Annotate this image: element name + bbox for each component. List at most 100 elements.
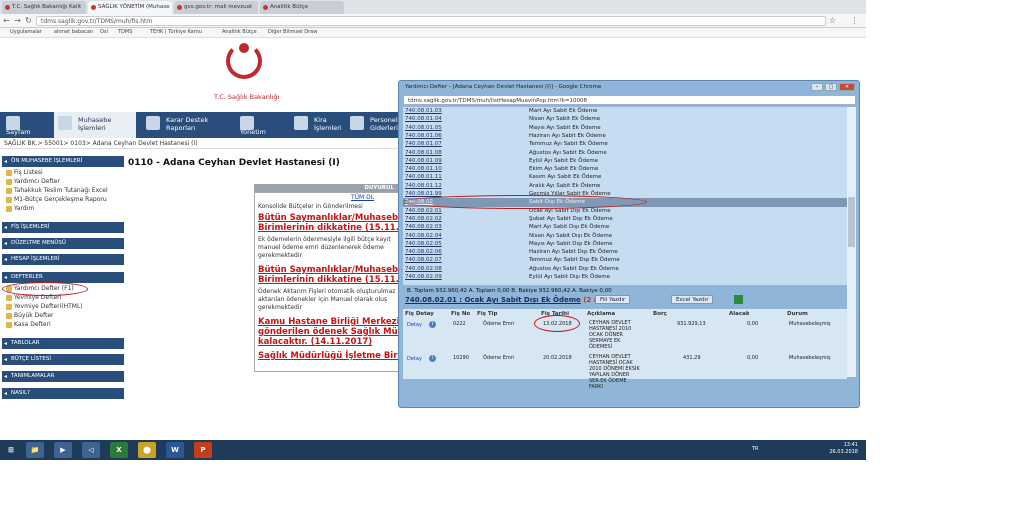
- account-code-link[interactable]: 740.08.02.02: [405, 215, 442, 223]
- account-code-link[interactable]: 740.08.01.08: [405, 149, 442, 157]
- announcement-link[interactable]: Bütün Saymanlıklar/Muhasebe B: [258, 265, 399, 275]
- bookmark-item[interactable]: ahmet babacan: [54, 28, 93, 37]
- media-player-icon[interactable]: ▶: [54, 442, 72, 458]
- app-icon[interactable]: ◁: [82, 442, 100, 458]
- bookmark-item[interactable]: Diğer Bilimsel Draw: [268, 28, 317, 37]
- account-row[interactable]: 740.08.02.03 Mart Ayı Sabit Dışı Ek Ödeme: [403, 223, 847, 231]
- bookmark-item[interactable]: TEHK | Türkiye Kamu: [150, 28, 202, 37]
- account-row[interactable]: 740.08.02.04 Nisan Ayı Sabit Dışı Ek Ödem…: [403, 232, 847, 240]
- account-row[interactable]: 740.08.02.07 Temmuz Ayı Sabit Dışı Ek Öde…: [403, 256, 847, 264]
- sidebar-section-duzeltme[interactable]: DÜZELTME MENÜSÜ: [2, 238, 124, 249]
- info-icon[interactable]: i: [429, 355, 436, 362]
- close-icon[interactable]: ✕: [839, 83, 855, 91]
- forward-arrow-icon[interactable]: →: [13, 16, 22, 25]
- system-clock[interactable]: 13:41 26.03.2018: [829, 442, 858, 456]
- maximize-icon[interactable]: □: [825, 83, 837, 91]
- sidebar-item-yardimci-defter[interactable]: Yardımcı Defter: [6, 178, 60, 186]
- account-code-link[interactable]: 740.08.02.07: [405, 256, 442, 264]
- announcement-link[interactable]: Birimlerinin dikkatine (15.11.2017): [258, 275, 399, 285]
- account-row[interactable]: 740.08.02.08 Ağustos Ayı Sabit Dışı Ek Öd…: [403, 265, 847, 273]
- announcement-link[interactable]: Kamu Hastane Birliği Merkezi ad: [258, 317, 399, 327]
- sidebar-section-fis-islemleri[interactable]: FİŞ İŞLEMLERİ: [2, 222, 124, 233]
- account-row[interactable]: 740.08.02.02 Şubat Ayı Sabit Dışı Ek Ödem…: [403, 215, 847, 223]
- chrome-icon[interactable]: ⬤: [138, 442, 156, 458]
- sidebar-item-buyuk-defter[interactable]: Büyük Defter: [6, 312, 53, 320]
- announcement-link[interactable]: gönderilen ödenek Sağlık Müdür: [258, 327, 399, 337]
- excel-icon[interactable]: [734, 295, 743, 304]
- announcement-link[interactable]: kalacaktır. (14.11.2017): [258, 337, 372, 347]
- popup-scrollbar[interactable]: [847, 107, 856, 377]
- browser-tab-1[interactable]: T.C. Sağlık Bakanlığı Kalit: [2, 1, 86, 14]
- menu-item-karar-destek[interactable]: Karar Destek Raporları: [142, 112, 234, 138]
- explorer-icon[interactable]: 📁: [26, 442, 44, 458]
- announcement-link[interactable]: Birimlerinin dikkatine (15.11.2017): [258, 223, 399, 233]
- sidebar-item-yardim[interactable]: Yardım: [6, 205, 34, 213]
- sidebar-item-fis-listesi[interactable]: Fiş Listesi: [6, 169, 43, 177]
- account-code-link[interactable]: 740.08.02.04: [405, 232, 442, 240]
- account-code-link[interactable]: 740.08.01.03: [405, 107, 442, 115]
- browser-tab-2[interactable]: SAĞLIK YÖNETİM (Muhase: [88, 1, 172, 14]
- bookmark-item[interactable]: Uygulamalar: [10, 28, 42, 37]
- account-code-link[interactable]: 740.08.02.01: [405, 207, 442, 215]
- all-announcements-link[interactable]: TÜM DL: [351, 194, 374, 201]
- account-code-link[interactable]: 740.08.01.11: [405, 173, 442, 181]
- sidebar-section-hesap[interactable]: HESAP İŞLEMLERİ: [2, 254, 124, 265]
- account-row[interactable]: 740.08.02.06 Haziran Ayı Sabit Dışı Ek Öd…: [403, 248, 847, 256]
- account-code-link[interactable]: 740.08.02.08: [405, 265, 442, 273]
- print-button[interactable]: Fiil Yazdır: [595, 295, 631, 304]
- back-arrow-icon[interactable]: ←: [2, 16, 11, 25]
- detail-link[interactable]: Detay: [407, 322, 422, 328]
- account-code-link[interactable]: 740.08.01.12: [405, 182, 442, 190]
- account-code-link[interactable]: 740.08.02.09: [405, 273, 442, 281]
- popup-url-field[interactable]: tdms.saglik.gov.tr/TDMS/muh/listHesapMua…: [403, 95, 856, 105]
- account-code-link[interactable]: 740.08.01.10: [405, 165, 442, 173]
- sidebar-section-on-muhasebe[interactable]: ÖN MUHASEBE İŞLEMLERİ: [2, 156, 124, 167]
- account-row[interactable]: 740.08.01.08 Ağustos Ayı Sabit Ek Ödeme: [403, 149, 847, 157]
- account-row[interactable]: 740.08.01.05 Mayıs Ayı Sabit Ek Ödeme: [403, 124, 847, 132]
- minimize-icon[interactable]: –: [811, 83, 823, 91]
- sidebar-item-kasa-defteri[interactable]: Kasa Defteri: [6, 321, 51, 329]
- account-code-link[interactable]: 740.08.01.05: [405, 124, 442, 132]
- account-row[interactable]: 740.08.01.10 Ekim Ayı Sabit Ek Ödeme: [403, 165, 847, 173]
- account-code-link[interactable]: 740.08.01.07: [405, 140, 442, 148]
- browser-tab-4[interactable]: Analitik Bütçe: [260, 1, 344, 14]
- bookmark-item[interactable]: Osl: [100, 28, 108, 37]
- menu-item-muhasebe[interactable]: Muhasebe İşlemleri: [54, 112, 136, 138]
- sidebar-item-yevmiye-html[interactable]: Yevmiye Defteri(HTML): [6, 303, 83, 311]
- account-code-link[interactable]: 740.08.01.09: [405, 157, 442, 165]
- detail-link[interactable]: Detay: [407, 356, 422, 362]
- menu-icon[interactable]: ⋮: [850, 16, 859, 25]
- announcement-link[interactable]: Sağlık Müdürlüğü İşletme Birimi: [258, 351, 399, 361]
- sidebar-section-defterler[interactable]: DEFTERLER: [2, 272, 124, 283]
- excel-icon[interactable]: X: [110, 442, 128, 458]
- sidebar-section-nasil[interactable]: NASIL?: [2, 388, 124, 399]
- menu-item-personel[interactable]: Personel Giderleri: [346, 112, 400, 138]
- account-code-link[interactable]: 740.08.02.03: [405, 223, 442, 231]
- account-row[interactable]: 740.08.01.04 Nisan Ayı Sabit Ek Ödeme: [403, 115, 847, 123]
- url-field[interactable]: tdms.saglik.gov.tr/TDMS/muh/fis.htm: [36, 16, 826, 26]
- menu-item-sayfam[interactable]: Sayfam: [2, 112, 52, 138]
- excel-button[interactable]: Excel Yazdır: [671, 295, 714, 304]
- sidebar-item-tahakkuk[interactable]: Tahakkuk Teslim Tutanağı Excel: [6, 187, 108, 195]
- account-code-link[interactable]: 740.08.01.06: [405, 132, 442, 140]
- account-code-link[interactable]: 740.08.01.04: [405, 115, 442, 123]
- powerpoint-icon[interactable]: P: [194, 442, 212, 458]
- account-row[interactable]: 740.08.01.12 Aralık Ayı Sabit Ek Ödeme: [403, 182, 847, 190]
- account-row[interactable]: 740.08.01.11 Kasım Ayı Sabit Ek Ödeme: [403, 173, 847, 181]
- account-code-link[interactable]: 740.08.02.06: [405, 248, 442, 256]
- account-row[interactable]: 740.08.01.07 Temmuz Ayı Sabit Ek Ödeme: [403, 140, 847, 148]
- info-icon[interactable]: i: [429, 321, 436, 328]
- sidebar-item-m1-butce[interactable]: M1-Bütçe Gerçekleşme Raporu: [6, 196, 107, 204]
- reload-icon[interactable]: ↻: [24, 16, 33, 25]
- sidebar-section-tanimlamalar[interactable]: TANIMLAMALAR: [2, 371, 124, 382]
- account-row[interactable]: 740.08.01.09 Eylül Ayı Sabit Ek Ödeme: [403, 157, 847, 165]
- browser-tab-3[interactable]: gvs.gov.tr: mali mevzuat: [174, 1, 258, 14]
- sidebar-section-butce-listesi[interactable]: BÜTÇE LİSTESİ: [2, 354, 124, 365]
- account-row[interactable]: 740.08.02.09 Eylül Ayı Sabit Dışı Ek Ödem…: [403, 273, 847, 281]
- bookmark-item[interactable]: Analitik Bütçe: [222, 28, 257, 37]
- menu-item-yonetim[interactable]: Yönetim: [236, 112, 288, 138]
- bookmark-item[interactable]: TDMS: [118, 28, 132, 37]
- sidebar-section-tablolar[interactable]: TABLOLAR: [2, 338, 124, 349]
- announcement-link[interactable]: Bütün Saymanlıklar/Muhasebe B: [258, 213, 399, 223]
- account-row[interactable]: 740.08.01.03 Mart Ayı Sabit Ek Ödeme: [403, 107, 847, 115]
